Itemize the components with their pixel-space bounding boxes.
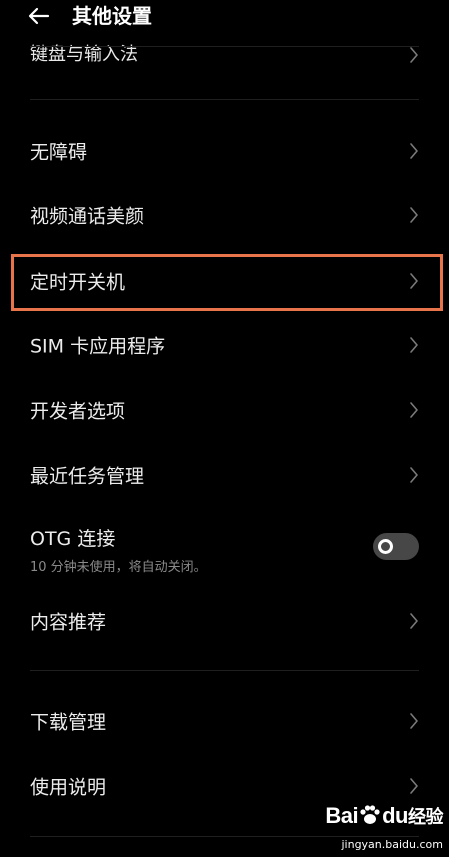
settings-item-accessibility[interactable]: 无障碍 [0, 119, 449, 183]
settings-item-sim-apps[interactable]: SIM 卡应用程序 [0, 313, 449, 377]
divider [30, 99, 419, 100]
chevron-right-icon [410, 207, 418, 223]
watermark-url: jingyan.baidu.com [341, 838, 443, 851]
chevron-right-icon [410, 778, 418, 794]
chevron-right-icon [410, 337, 418, 353]
settings-item-label: 下载管理 [30, 711, 107, 734]
watermark-logo-text: Bai [325, 803, 359, 828]
settings-item-content-recommend[interactable]: 内容推荐 [0, 589, 449, 653]
settings-item-description: 10 分钟未使用，将自动关闭。 [30, 560, 207, 575]
paw-icon [358, 804, 382, 826]
toggle-knob [378, 539, 393, 554]
settings-item-download-manager[interactable]: 下载管理 [0, 689, 449, 753]
highlight-annotation-box [11, 254, 443, 311]
chevron-right-icon [410, 713, 418, 729]
arrow-left-icon[interactable] [27, 4, 51, 28]
chevron-right-icon [410, 613, 418, 629]
page-title: 其他设置 [72, 4, 152, 28]
settings-item-otg[interactable]: OTG 连接 10 分钟未使用，将自动关闭。 [0, 510, 449, 586]
otg-toggle-switch[interactable] [373, 533, 419, 560]
settings-item-label: SIM 卡应用程序 [30, 335, 166, 358]
chevron-right-icon [410, 143, 418, 159]
settings-item-label: 内容推荐 [30, 611, 107, 634]
settings-item-recent-tasks[interactable]: 最近任务管理 [0, 443, 449, 507]
watermark-logo-text: du [382, 803, 408, 828]
settings-item-label: 键盘与输入法 [30, 44, 138, 65]
settings-item-label: 最近任务管理 [30, 465, 145, 488]
settings-item-label: 开发者选项 [30, 400, 126, 423]
chevron-right-icon [410, 47, 418, 63]
chevron-right-icon [410, 402, 418, 418]
settings-item-label: 使用说明 [30, 776, 107, 799]
divider [30, 46, 419, 47]
baidu-jingyan-watermark: Bai du经验 jingyan.baidu.com [293, 803, 443, 851]
divider [30, 670, 419, 671]
settings-item-video-beauty[interactable]: 视频通话美颜 [0, 183, 449, 247]
watermark-logo-text: 经验 [408, 807, 444, 827]
settings-item-developer-options[interactable]: 开发者选项 [0, 378, 449, 442]
settings-item-label: 视频通话美颜 [30, 205, 145, 228]
settings-item-label: OTG 连接 [30, 528, 116, 550]
watermark-logo: Bai du经验 [325, 803, 443, 829]
settings-item-label: 无障碍 [30, 141, 88, 164]
top-bar: 其他设置 [0, 0, 449, 40]
chevron-right-icon [410, 467, 418, 483]
